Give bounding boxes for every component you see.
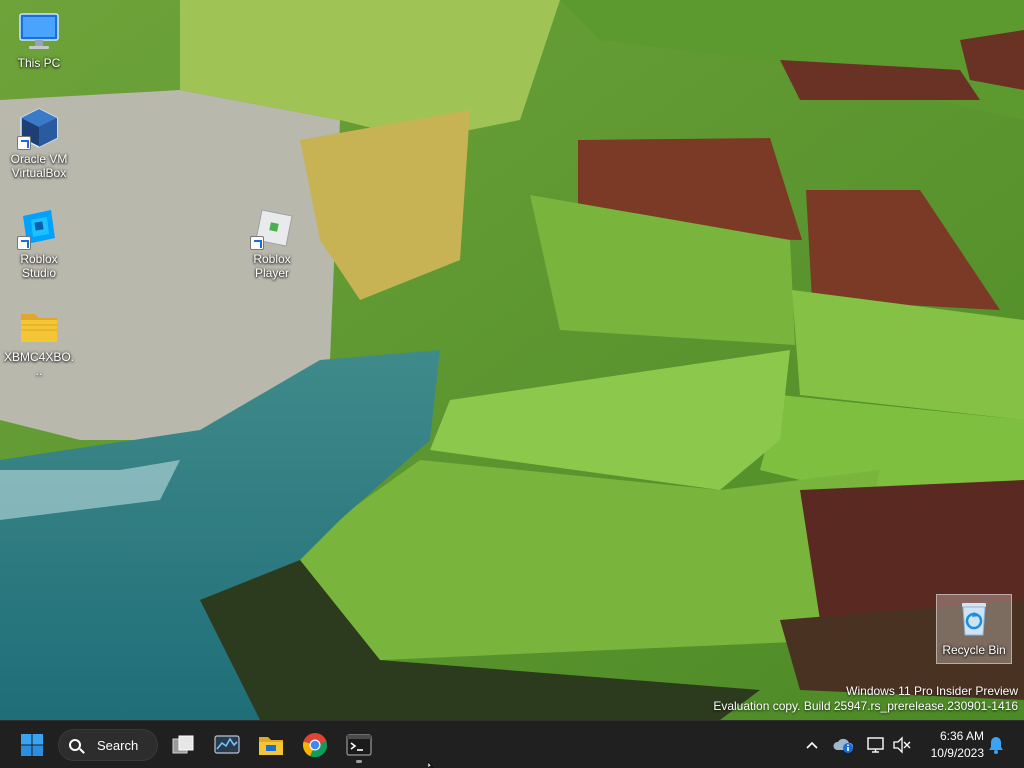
desktop-wallpaper	[0, 0, 1024, 720]
onedrive-tray-button[interactable]	[832, 733, 856, 757]
file-explorer-icon	[259, 737, 283, 755]
shortcut-arrow-icon	[17, 236, 31, 250]
terminal-icon	[346, 734, 372, 756]
mouse-cursor-icon	[428, 762, 434, 768]
desktop-icon-label: Oracle VM VirtualBox	[10, 152, 68, 180]
network-display-icon	[867, 737, 884, 753]
desktop-icon-roblox-studio[interactable]: Roblox Studio	[1, 204, 77, 280]
desktop-icon-label: XBMC4XBO...	[3, 350, 75, 378]
clock-date: 10/9/2023	[930, 746, 984, 760]
network-tray-button[interactable]	[864, 733, 888, 757]
clock-time: 6:36 AM	[939, 729, 984, 743]
chevron-up-icon	[806, 741, 818, 749]
start-button[interactable]	[12, 725, 52, 765]
desktop-icon-label: Roblox Player	[253, 252, 291, 280]
file-explorer-button[interactable]	[251, 725, 291, 765]
desktop-icon-label: Recycle Bin	[942, 643, 1006, 657]
search-label: Search	[97, 737, 139, 753]
desktop-icon-roblox-player[interactable]: Roblox Player	[234, 204, 310, 280]
shortcut-arrow-icon	[250, 236, 264, 250]
desktop-icon-label: This PC	[17, 56, 61, 70]
volume-muted-icon	[893, 736, 911, 754]
desktop-icon-this-pc[interactable]: This PC	[1, 8, 77, 70]
volume-tray-button[interactable]	[890, 733, 914, 757]
chrome-icon	[303, 733, 327, 758]
virtualbox-icon	[17, 106, 61, 150]
chrome-button[interactable]	[295, 725, 335, 765]
onedrive-info-icon	[833, 738, 854, 753]
evaluation-watermark: Windows 11 Pro Insider Preview Evaluatio…	[713, 684, 1018, 714]
taskbar-search-button[interactable]: Search	[58, 729, 158, 761]
roblox-player-icon	[250, 206, 294, 250]
monitor-icon	[17, 10, 61, 54]
clock-button[interactable]: 6:36 AM 10/9/2023	[914, 728, 984, 762]
task-view-button[interactable]	[163, 725, 203, 765]
watermark-line-1: Windows 11 Pro Insider Preview	[846, 684, 1018, 698]
notification-bell-icon	[989, 737, 1003, 754]
desktop-icon-virtualbox[interactable]: Oracle VM VirtualBox	[1, 104, 77, 180]
recycle-bin-icon	[952, 597, 996, 641]
running-indicator	[356, 760, 362, 763]
terminal-button[interactable]	[339, 725, 379, 765]
desktop-icon-label: Roblox Studio	[20, 252, 58, 280]
task-view-icon	[172, 735, 194, 754]
shortcut-arrow-icon	[17, 136, 31, 150]
windows-start-icon	[21, 734, 43, 756]
resource-monitor-icon	[214, 735, 240, 754]
desktop-icon-folder[interactable]: XBMC4XBO...	[1, 302, 77, 378]
show-hidden-icons-button[interactable]	[800, 733, 824, 757]
resource-monitor-button[interactable]	[207, 725, 247, 765]
folder-icon	[17, 304, 61, 348]
notifications-button[interactable]	[984, 733, 1008, 757]
watermark-line-2: Evaluation copy. Build 25947.rs_prerelea…	[713, 699, 1018, 713]
desktop-icon-recycle-bin[interactable]: Recycle Bin	[936, 594, 1012, 664]
roblox-studio-icon	[17, 206, 61, 250]
search-icon	[69, 739, 81, 751]
taskbar: Search 6:36 AM 10/9/2023	[0, 720, 1024, 768]
